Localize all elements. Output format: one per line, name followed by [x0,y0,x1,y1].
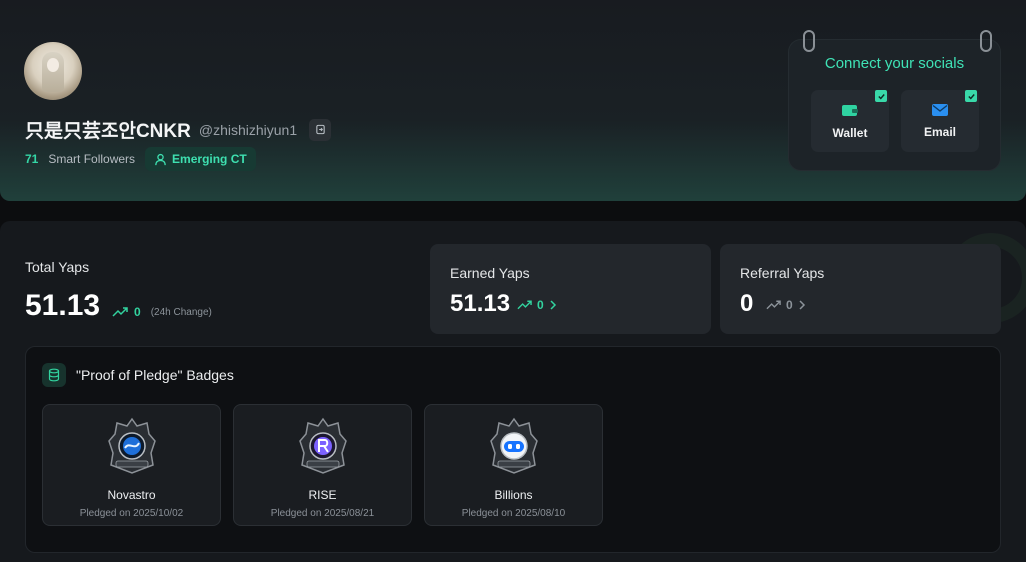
connect-socials-card: Connect your socials Wallet Email [789,30,1000,170]
earned-yaps-value: 51.13 [450,290,511,317]
badge-date: Pledged on 2025/10/02 [79,508,184,519]
name-row: 只是只芸조안CNKR @zhishizhiyun1 [25,116,332,143]
earned-yaps-change: 0 [517,298,557,312]
earned-change-value: 0 [537,298,544,312]
copy-icon [315,124,325,135]
change-note: (24h Change) [150,306,212,318]
referral-change-value: 0 [786,298,793,312]
binder-ring-icon [980,30,992,52]
user-icon [155,153,166,165]
tier-badge: Emerging CT [145,147,256,171]
smart-followers-label: Smart Followers [48,152,136,166]
database-icon [42,363,66,387]
wallet-label: Wallet [832,125,868,140]
badge-name: Billions [494,488,533,502]
badge-card-billions[interactable]: Billions Pledged on 2025/08/10 [424,404,603,526]
badges-title: "Proof of Pledge" Badges [76,367,234,383]
copy-handle-button[interactable] [309,118,332,141]
email-label: Email [923,125,956,139]
mail-icon [932,104,948,116]
badges-header: "Proof of Pledge" Badges [42,363,234,387]
profile-card: 只是只芸조안CNKR @zhishizhiyun1 71 Smart Follo… [0,0,1026,201]
avatar[interactable] [24,42,82,100]
referral-yaps-label: Referral Yaps [740,265,825,281]
rise-badge-icon [299,417,347,474]
meta-row: 71 Smart Followers Emerging CT [25,147,256,171]
smart-followers-count: 71 [25,152,39,166]
badges-panel: "Proof of Pledge" Badges Novastro Pledge… [25,346,1001,553]
total-change-value: 0 [134,305,141,319]
referral-yaps-change: 0 [766,298,806,312]
badge-name: RISE [308,488,337,502]
wallet-icon [842,104,858,116]
chevron-right-icon[interactable] [798,300,806,310]
badge-name: Novastro [107,488,156,502]
wallet-button[interactable]: Wallet [811,90,889,152]
trend-up-icon [112,307,128,317]
referral-yaps-value: 0 [740,290,754,317]
check-icon [965,90,977,102]
billions-badge-icon [490,417,538,474]
chevron-right-icon[interactable] [549,300,557,310]
binder-ring-icon [803,30,815,52]
badge-card-novastro[interactable]: Novastro Pledged on 2025/10/02 [42,404,221,526]
total-yaps-label: Total Yaps [25,259,90,275]
earned-yaps-label: Earned Yaps [450,265,530,281]
handle[interactable]: @zhishizhiyun1 [199,122,297,138]
referral-yaps-card[interactable]: Referral Yaps 0 0 [720,244,1001,334]
trend-up-icon [517,300,532,310]
badge-date: Pledged on 2025/08/10 [461,508,566,519]
novastro-badge-icon [108,417,156,474]
total-yaps-change: 0 (24h Change) [112,305,212,319]
badge-date: Pledged on 2025/08/21 [270,508,375,519]
trend-up-icon [766,300,781,310]
badge-card-rise[interactable]: RISE Pledged on 2025/08/21 [233,404,412,526]
display-name: 只是只芸조안CNKR [25,121,191,142]
total-yaps-value: 51.13 [25,289,101,322]
earned-yaps-card[interactable]: Earned Yaps 51.13 0 [430,244,711,334]
stats-section: Total Yaps 51.13 0 (24h Change) Earned Y… [0,221,1026,562]
socials-title: Connect your socials [824,55,965,72]
tier-label: Emerging CT [172,152,247,166]
check-icon [875,90,887,102]
email-button[interactable]: Email [901,90,979,152]
